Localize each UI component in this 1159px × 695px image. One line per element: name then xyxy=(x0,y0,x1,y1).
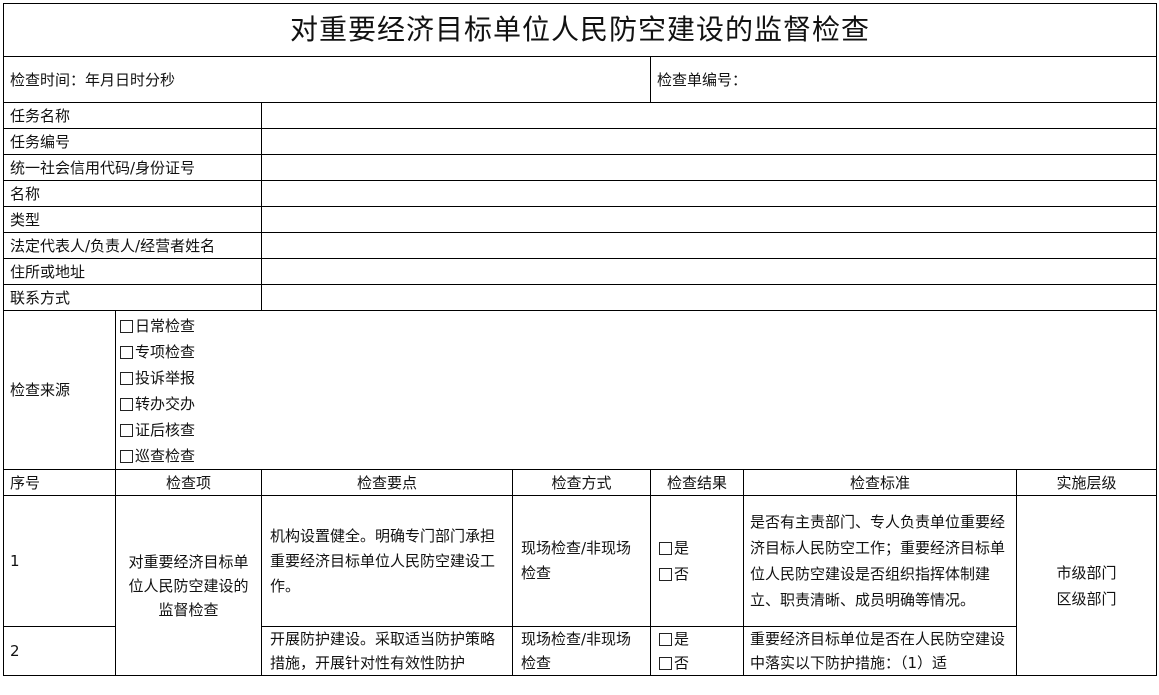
page-title: 对重要经济目标单位人民防空建设的监督检查 xyxy=(2,3,1158,57)
table-row: 1 对重要经济目标单位人民防空建设的监督检查 机构设置健全。明确专门部门承担重要… xyxy=(3,495,1158,676)
checkbox-icon[interactable] xyxy=(120,345,133,359)
field-value-contact[interactable] xyxy=(260,284,1158,311)
checkbox-icon[interactable] xyxy=(120,423,133,437)
result-no-option[interactable]: 否 xyxy=(659,651,737,675)
field-value-type[interactable] xyxy=(260,206,1158,233)
field-label-contact: 联系方式 xyxy=(3,284,262,311)
row-index: 1 xyxy=(3,495,116,627)
row-point: 开展防护建设。采取适当防护策略措施，开展针对性有效性防护 xyxy=(261,626,513,676)
row-method: 现场检查/非现场检查 xyxy=(512,495,651,627)
row-index: 2 xyxy=(3,626,116,676)
header-method: 检查方式 xyxy=(512,469,651,496)
row-item: 对重要经济目标单位人民防空建设的监督检查 xyxy=(115,495,262,676)
field-value-task-number[interactable] xyxy=(260,128,1158,155)
row-level: 市级部门 区级部门 xyxy=(1015,495,1158,676)
checkbox-icon[interactable] xyxy=(659,567,672,581)
header-item: 检查项 xyxy=(115,469,262,496)
source-option-daily[interactable]: 日常检查 xyxy=(120,313,1152,339)
check-number-label: 检查单编号： xyxy=(649,56,1158,103)
field-value-credit-code[interactable] xyxy=(260,154,1158,181)
header-point: 检查要点 xyxy=(261,469,513,496)
source-options: 日常检查 专项检查 投诉举报 转办交办 证后核查 巡查检查 xyxy=(114,310,1158,470)
header-result: 检查结果 xyxy=(650,469,744,496)
checkbox-icon[interactable] xyxy=(120,397,133,411)
row-standard: 是否有主责部门、专人负责单位重要经济目标人民防空工作；重要经济目标单位人民防空建… xyxy=(743,495,1017,627)
header-level: 实施层级 xyxy=(1015,469,1158,496)
source-option-complaint[interactable]: 投诉举报 xyxy=(120,365,1152,391)
row-result: 是 否 xyxy=(650,495,744,627)
field-value-task-name[interactable] xyxy=(260,102,1158,129)
checkbox-icon[interactable] xyxy=(659,656,672,670)
source-option-post-license[interactable]: 证后核查 xyxy=(120,417,1152,443)
result-yes-option[interactable]: 是 xyxy=(659,628,737,652)
field-label-legal-rep: 法定代表人/负责人/经营者姓名 xyxy=(3,232,262,259)
field-label-name: 名称 xyxy=(3,180,262,207)
field-value-address[interactable] xyxy=(260,258,1158,285)
field-value-name[interactable] xyxy=(260,180,1158,207)
source-option-transfer[interactable]: 转办交办 xyxy=(120,391,1152,417)
field-label-credit-code: 统一社会信用代码/身份证号 xyxy=(3,154,262,181)
source-option-special[interactable]: 专项检查 xyxy=(120,339,1152,365)
inspection-form-table: 对重要经济目标单位人民防空建设的监督检查 检查时间：年月日时分秒 检查单编号： … xyxy=(2,3,1158,676)
field-label-task-name: 任务名称 xyxy=(3,102,262,129)
row-point: 机构设置健全。明确专门部门承担重要经济目标单位人民防空建设工作。 xyxy=(261,495,513,627)
result-no-option[interactable]: 否 xyxy=(659,561,737,587)
result-yes-option[interactable]: 是 xyxy=(659,535,737,561)
check-time-label: 检查时间：年月日时分秒 xyxy=(3,56,651,103)
header-standard: 检查标准 xyxy=(743,469,1017,496)
checkbox-icon[interactable] xyxy=(120,371,133,385)
field-value-legal-rep[interactable] xyxy=(260,232,1158,259)
checkbox-icon[interactable] xyxy=(659,632,672,646)
field-label-task-number: 任务编号 xyxy=(3,128,262,155)
source-option-patrol[interactable]: 巡查检查 xyxy=(120,443,1152,469)
header-index: 序号 xyxy=(3,469,116,496)
row-result: 是 否 xyxy=(650,626,744,676)
checkbox-icon[interactable] xyxy=(120,319,133,333)
field-label-type: 类型 xyxy=(3,206,262,233)
checkbox-icon[interactable] xyxy=(120,449,133,463)
inspection-sheet: 对重要经济目标单位人民防空建设的监督检查 检查时间：年月日时分秒 检查单编号： … xyxy=(2,3,1158,676)
row-standard: 重要经济目标单位是否在人民防空建设中落实以下防护措施：（1）适 xyxy=(743,626,1017,676)
row-method: 现场检查/非现场检查 xyxy=(512,626,651,676)
source-label: 检查来源 xyxy=(3,310,116,470)
field-label-address: 住所或地址 xyxy=(3,258,262,285)
checkbox-icon[interactable] xyxy=(659,541,672,555)
